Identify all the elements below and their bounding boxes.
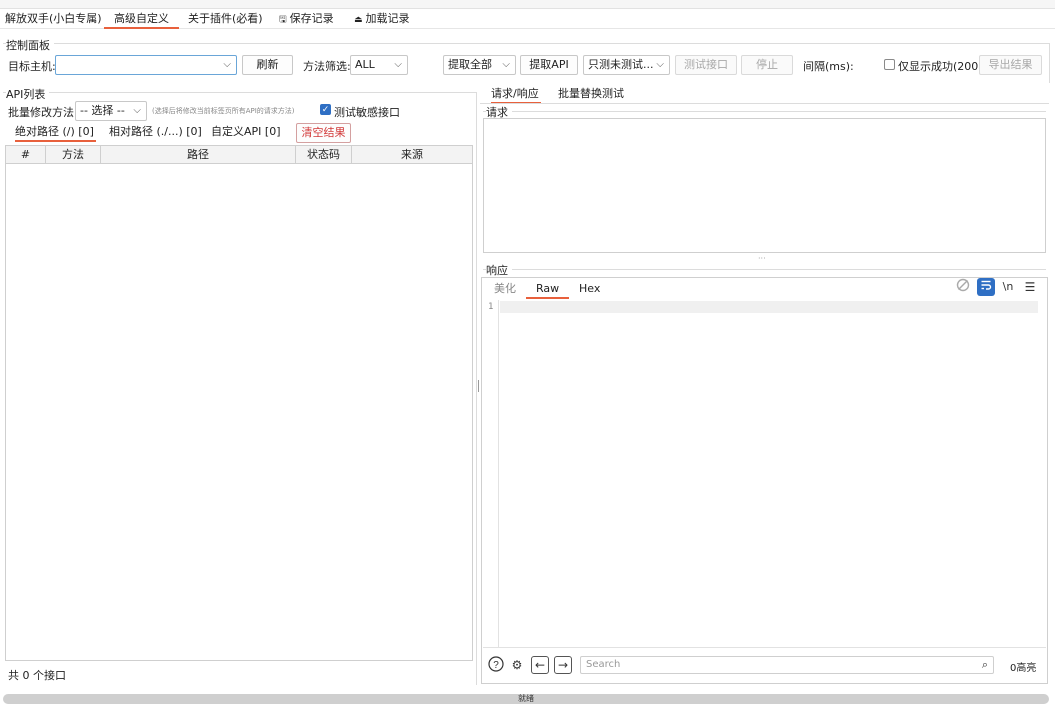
test-scope-value: 只测未测试... — [588, 58, 654, 71]
batch-method-combo[interactable]: -- 选择 -- ⌵ — [75, 101, 147, 121]
test-sensitive-checkbox[interactable]: ✓ — [320, 104, 331, 115]
tab-custom-api[interactable]: 自定义API [0] — [211, 124, 280, 142]
arrow-right-icon[interactable]: → — [554, 656, 572, 674]
method-filter-combo[interactable]: ALL ⌵ — [350, 55, 408, 75]
api-list-divider — [3, 92, 477, 93]
method-filter-value: ALL — [355, 58, 375, 71]
arrow-left-icon[interactable]: ← — [531, 656, 549, 674]
svg-text:?: ? — [493, 660, 499, 671]
control-panel-title: 控制面板 — [6, 37, 54, 53]
tab-absolute-path[interactable]: 绝对路径 (/) [0] — [15, 124, 96, 142]
tab-pretty[interactable]: 美化 — [494, 281, 516, 299]
editor-bottom-divider — [483, 647, 1046, 648]
tab-raw[interactable]: Raw — [526, 281, 570, 299]
highlight-count: 0高亮 — [1010, 663, 1037, 674]
stop-button[interactable]: 停止 — [741, 55, 793, 75]
only-success-checkbox[interactable] — [884, 59, 895, 70]
batch-method-hint: (选择后将修改当前标签页所有API的请求方法) — [152, 107, 295, 115]
help-icon[interactable]: ? — [487, 656, 505, 674]
api-list-right-border — [476, 92, 477, 685]
tab-save-records[interactable]: 🖫 保存记录 — [279, 11, 334, 29]
main-tab-bar: 解放双手(小白专属) 高级自定义 关于插件(必看) 🖫 保存记录 ⏏ 加载记录 — [0, 9, 1055, 29]
chevron-down-icon: ⌵ — [133, 105, 141, 116]
tab-load-records-label: 加载记录 — [365, 12, 410, 25]
control-panel-divider — [3, 43, 1049, 44]
status-bar: 就绪 — [3, 694, 1049, 704]
tab-relative-path[interactable]: 相对路径 (./...) [0] — [109, 124, 202, 142]
target-host-combo[interactable]: ⌵ — [55, 55, 237, 75]
column-header-method[interactable]: 方法 — [46, 146, 101, 163]
target-host-label: 目标主机: — [8, 60, 56, 73]
request-editor[interactable] — [483, 118, 1046, 253]
api-table-body[interactable] — [5, 164, 473, 661]
test-sensitive-label: 测试敏感接口 — [334, 106, 400, 119]
test-api-button[interactable]: 测试接口 — [675, 55, 737, 75]
newline-toggle-icon[interactable]: \n — [999, 278, 1017, 296]
only-success-label: 仅显示成功(200) — [898, 60, 983, 73]
api-table-header: # 方法 路径 状态码 来源 — [5, 145, 473, 164]
tab-batch-replace[interactable]: 批量替换测试 — [558, 86, 624, 104]
chevron-down-icon: ⌵ — [656, 59, 664, 70]
request-divider — [483, 111, 1046, 112]
tab-about-plugin[interactable]: 关于插件(必看) — [188, 11, 263, 29]
split-handle[interactable] — [478, 380, 479, 392]
search-input[interactable]: Search — [580, 656, 994, 674]
word-wrap-icon[interactable] — [977, 278, 995, 296]
export-button[interactable]: 导出结果 — [979, 55, 1042, 75]
method-filter-label: 方法筛选: — [303, 60, 351, 73]
settings-gear-icon[interactable]: ⚙ — [508, 656, 526, 674]
column-header-status[interactable]: 状态码 — [296, 146, 352, 163]
search-icon[interactable]: ⌕ — [976, 656, 994, 674]
batch-method-label: 批量修改方法: — [8, 106, 78, 119]
editor-gutter — [484, 300, 499, 647]
test-scope-combo[interactable]: 只测未测试... ⌵ — [583, 55, 670, 75]
splitter-dots[interactable]: ··· — [758, 254, 766, 263]
tab-save-records-label: 保存记录 — [289, 12, 334, 25]
chevron-down-icon: ⌵ — [394, 59, 402, 70]
clear-results-button[interactable]: 清空结果 — [296, 123, 351, 143]
control-panel-right-border — [1049, 43, 1050, 83]
line-number: 1 — [488, 302, 494, 312]
batch-method-value: -- 选择 -- — [80, 104, 125, 117]
tab-hex[interactable]: Hex — [579, 281, 600, 299]
response-divider — [483, 269, 1046, 270]
api-count-footer: 共 0 个接口 — [8, 669, 66, 682]
save-icon: 🖫 — [279, 15, 287, 25]
hide-whitespace-icon[interactable] — [954, 278, 972, 296]
extract-api-button[interactable]: 提取API — [520, 55, 578, 75]
response-panel — [481, 277, 1048, 684]
tab-advanced-custom[interactable]: 高级自定义 — [104, 11, 179, 29]
refresh-button[interactable]: 刷新 — [242, 55, 293, 75]
tab-request-response[interactable]: 请求/响应 — [491, 86, 541, 104]
column-header-index[interactable]: # — [6, 146, 46, 163]
extract-scope-value: 提取全部 — [448, 58, 492, 71]
chevron-down-icon: ⌵ — [223, 59, 231, 70]
interval-label: 间隔(ms): — [803, 60, 854, 73]
menu-icon[interactable]: ☰ — [1021, 278, 1039, 296]
column-header-path[interactable]: 路径 — [101, 146, 296, 163]
right-tab-divider — [480, 103, 1049, 104]
window-top-strip — [0, 0, 1055, 9]
chevron-down-icon: ⌵ — [502, 59, 510, 70]
load-icon: ⏏ — [354, 15, 363, 25]
extract-scope-combo[interactable]: 提取全部 ⌵ — [443, 55, 516, 75]
tab-load-records[interactable]: ⏏ 加载记录 — [354, 11, 410, 29]
api-list-title: API列表 — [6, 86, 50, 102]
tab-free-hands[interactable]: 解放双手(小白专属) — [5, 11, 102, 29]
column-header-source[interactable]: 来源 — [352, 146, 472, 163]
response-title: 响应 — [486, 262, 512, 278]
active-line-highlight[interactable] — [500, 301, 1038, 313]
